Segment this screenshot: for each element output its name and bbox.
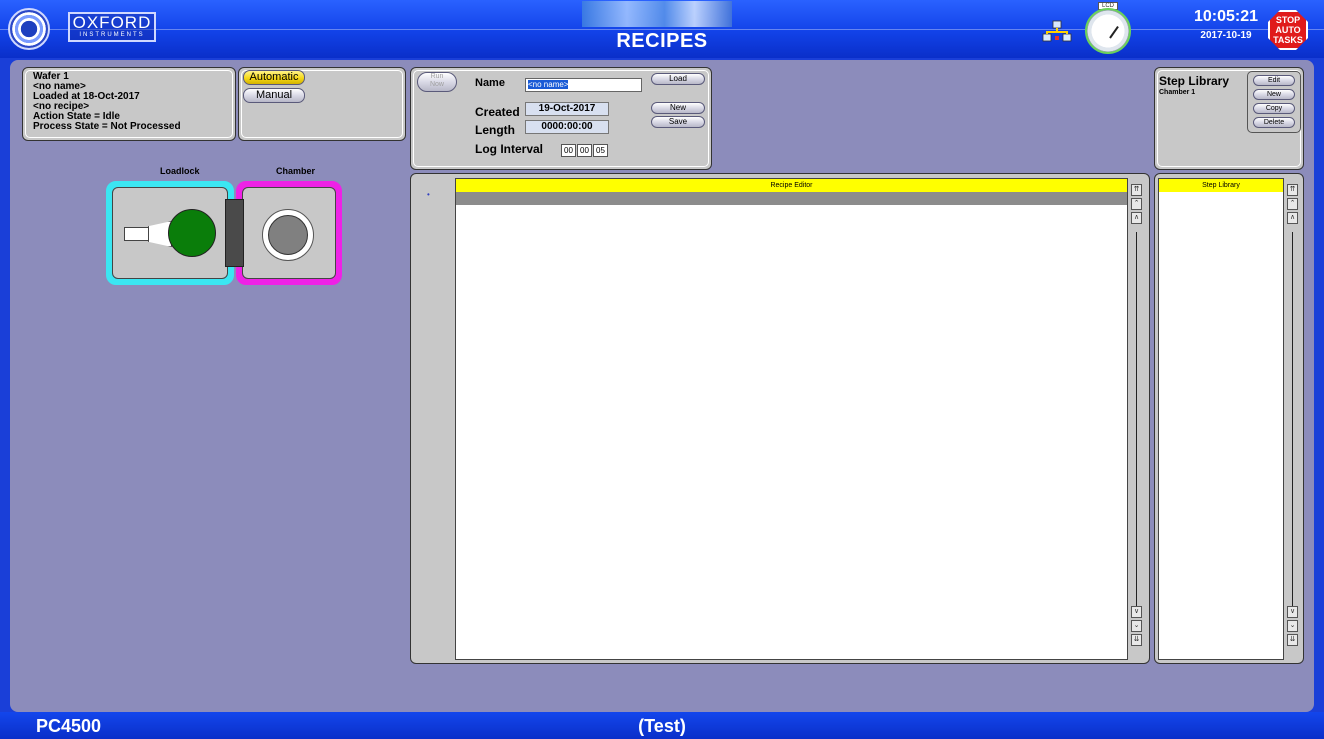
system-name: PC4500 [36, 716, 102, 736]
step-library-panel: Step Library ⇈ ⌃ ∧ ∨ ⌄ ⇊ [1154, 173, 1304, 664]
scroll-top-button[interactable]: ⇈ [1131, 184, 1142, 196]
footer-bar: PC4500 (Test) [0, 712, 1324, 739]
network-status-icon[interactable] [1042, 20, 1072, 44]
pressure-gauge-icon[interactable] [1085, 8, 1131, 54]
banner-image [582, 1, 732, 27]
oxford-instruments-logo: OXFORD INSTRUMENTS [68, 12, 156, 42]
stop-auto-tasks-button[interactable]: STOP AUTO TASKS [1268, 10, 1308, 50]
step-library-header-panel: Step Library Chamber 1 Edit New Copy Del… [1154, 67, 1304, 170]
recipe-editor-grid[interactable]: Recipe Editor [455, 178, 1128, 660]
oxford-ring-logo [8, 8, 50, 50]
recipe-header-panel: Run Now Name <no name> Load Created 19-O… [410, 67, 712, 170]
wafer-line: Process State = Not Processed [33, 121, 181, 132]
wafer-info-panel: Wafer 1 <no name> Loaded at 18-Oct-2017 … [22, 67, 236, 141]
log-interval-seconds-input[interactable]: 05 [593, 144, 608, 157]
log-interval-minutes-input[interactable]: 00 [577, 144, 592, 157]
save-recipe-button[interactable]: Save [651, 116, 705, 128]
new-recipe-button[interactable]: New [651, 102, 705, 114]
chamber-subtitle: Chamber 1 [1159, 89, 1196, 96]
recipe-name-input[interactable]: <no name> [525, 78, 642, 92]
step-library-scrollbar[interactable]: ⇈ ⌃ ∧ ∨ ⌄ ⇊ [1287, 184, 1298, 658]
length-field: 0000:00:00 [525, 120, 609, 134]
stop-line-3: TASKS [1273, 35, 1303, 45]
scroll-down-button[interactable]: ∨ [1131, 606, 1142, 618]
clock-date: 2017-10-19 [1200, 30, 1252, 41]
name-label: Name [475, 77, 505, 89]
stop-line-2: AUTO [1275, 25, 1301, 35]
recipe-editor-scrollbar[interactable]: ⇈ ⌃ ∧ ∨ ⌄ ⇊ [1131, 184, 1142, 658]
scroll-page-up-button[interactable]: ⌃ [1131, 198, 1142, 210]
recipe-editor-panel: • Recipe Editor ⇈ ⌃ ∧ ∨ ⌄ ⇊ [410, 173, 1150, 664]
length-label: Length [475, 123, 515, 137]
scroll-up-button[interactable]: ∧ [1131, 212, 1142, 224]
row-marker: • [427, 190, 430, 199]
scroll-page-down-button[interactable]: ⌄ [1131, 620, 1142, 632]
copy-step-button[interactable]: Copy [1253, 103, 1295, 114]
run-now-button[interactable]: Run Now [417, 72, 457, 92]
stop-line-1: STOP [1275, 15, 1301, 25]
wafer-in-loadlock[interactable] [168, 209, 216, 257]
manual-mode-button[interactable]: Manual [243, 88, 305, 103]
scroll-page-up-button[interactable]: ⌃ [1287, 198, 1298, 210]
log-interval-hours-input[interactable]: 00 [561, 144, 576, 157]
main-panel: Wafer 1 <no name> Loaded at 18-Oct-2017 … [10, 60, 1314, 712]
new-step-button[interactable]: New [1253, 89, 1295, 100]
delete-step-button[interactable]: Delete [1253, 117, 1295, 128]
created-field: 19-Oct-2017 [525, 102, 609, 116]
logo-text: OXFORD [72, 13, 152, 32]
edit-step-button[interactable]: Edit [1253, 75, 1295, 86]
page-title: RECIPES [616, 30, 708, 52]
step-library-heading: Step Library [1159, 74, 1230, 88]
created-label: Created [475, 105, 520, 119]
wafer-info-text: Wafer 1 <no name> Loaded at 18-Oct-2017 … [33, 72, 181, 132]
step-library-list-title: Step Library [1159, 179, 1283, 192]
scroll-up-button[interactable]: ∧ [1287, 212, 1298, 224]
recipe-editor-selected-row[interactable] [456, 192, 1127, 205]
scroll-page-down-button[interactable]: ⌄ [1287, 620, 1298, 632]
scroll-bottom-button[interactable]: ⇊ [1287, 634, 1298, 646]
mode-indicator: (Test) [638, 716, 686, 736]
loadlock-label: Loadlock [160, 166, 200, 176]
header-bar: OXFORD INSTRUMENTS RECIPES LCD 10:05:21 … [0, 0, 1324, 58]
chamber-platen[interactable] [262, 209, 314, 261]
load-button[interactable]: Load [651, 73, 705, 85]
scroll-down-button[interactable]: ∨ [1287, 606, 1298, 618]
mode-panel: Automatic Manual [238, 67, 406, 141]
step-library-list[interactable]: Step Library [1158, 178, 1284, 660]
recipe-editor-title: Recipe Editor [456, 179, 1127, 192]
gate-valve[interactable] [225, 199, 244, 267]
log-interval-label: Log Interval [475, 142, 544, 156]
chamber-label: Chamber [276, 166, 316, 176]
gauge-needle [1109, 25, 1119, 39]
scroll-bottom-button[interactable]: ⇊ [1131, 634, 1142, 646]
clock-time: 10:05:21 [1193, 8, 1259, 25]
automatic-mode-button[interactable]: Automatic [243, 70, 305, 85]
logo-subtext: INSTRUMENTS [79, 32, 145, 38]
scroll-top-button[interactable]: ⇈ [1287, 184, 1298, 196]
